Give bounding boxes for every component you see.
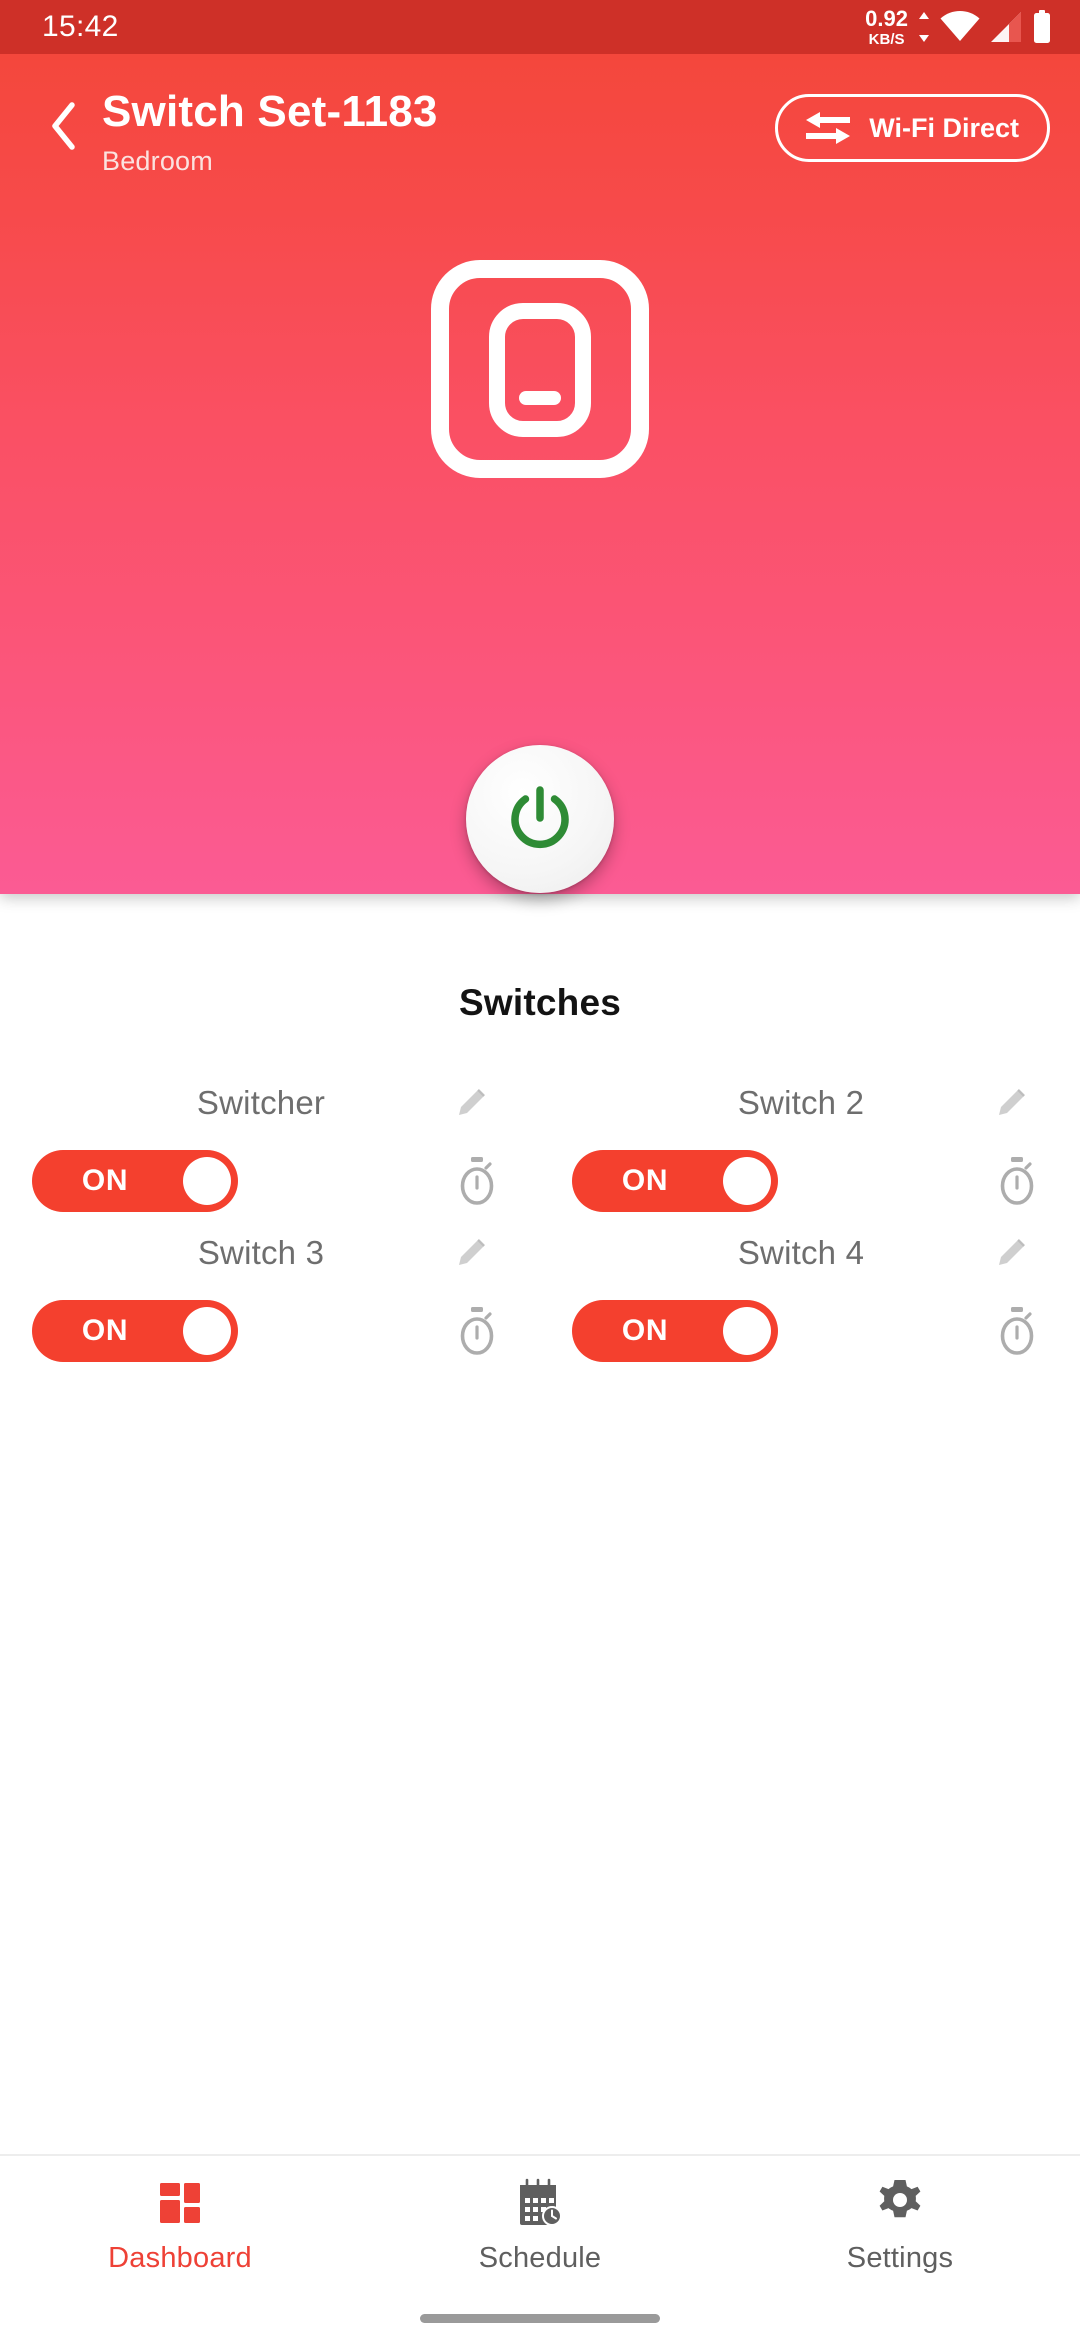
edit-switch-button[interactable] [446,1228,496,1278]
toggle-knob [183,1307,231,1355]
app-bar: Switch Set-1183 Bedroom Wi-Fi Direct [0,54,1080,204]
nav-label-settings: Settings [846,2242,954,2274]
nav-item-schedule[interactable]: Schedule [360,2177,720,2275]
switch-header: Switch 3 [16,1220,524,1286]
switch-grid: Switcher ON Switch 2 ON Switch 3 ON Swit… [0,1070,1080,1362]
app-root: 15:42 0.92 KB/S Switch Set-1183 Bedroom … [0,0,1080,2340]
calendar-clock-icon [520,2178,562,2226]
switch-state-label: ON [81,1164,129,1197]
cellular-signal-icon [991,12,1021,42]
nav-label-schedule: Schedule [478,2242,602,2274]
switch-header: Switch 4 [556,1220,1064,1286]
wifi-direct-arrows-icon [806,112,851,144]
page-title: Switch Set-1183 [102,87,438,136]
status-bar: 15:42 0.92 KB/S [0,0,1080,54]
switch-state-label: ON [621,1314,669,1347]
header-titles: Switch Set-1183 Bedroom [102,88,775,177]
edit-switch-button[interactable] [986,1228,1036,1278]
switch-cell: Switcher ON [0,1070,540,1212]
power-icon [511,786,569,849]
switch-toggle[interactable]: ON [32,1150,238,1212]
switch-timer-button[interactable] [452,1156,502,1206]
switch-controls: ON [556,1300,1064,1362]
switch-name: Switch 2 [737,1084,865,1121]
toggle-knob [183,1157,231,1205]
pencil-icon [999,1089,1025,1115]
stopwatch-icon [460,1307,494,1355]
nav-item-settings[interactable]: Settings [720,2177,1080,2275]
wifi-direct-label: Wi-Fi Direct [869,112,1019,143]
switch-state-label: ON [621,1164,669,1197]
stopwatch-icon [1000,1157,1034,1205]
switch-cell: Switch 3 ON [0,1220,540,1362]
nav-label-dashboard: Dashboard [108,2242,252,2274]
switch-header: Switcher [16,1070,524,1136]
switch-state-label: ON [81,1314,129,1347]
edit-switch-button[interactable] [446,1078,496,1128]
data-transfer-icon [919,12,929,42]
device-room-label: Bedroom [102,145,213,176]
switch-timer-button[interactable] [992,1156,1042,1206]
network-speed-indicator: 0.92 KB/S [865,5,908,48]
network-speed-unit: KB/S [868,30,905,48]
device-illustration [0,260,1080,478]
back-button[interactable] [34,94,94,158]
switch-name: Switch 4 [737,1234,865,1271]
section-title-switches: Switches [459,982,621,1023]
switch-controls: ON [16,1150,524,1212]
toggle-knob [723,1307,771,1355]
bottom-navigation: Dashboard Schedule Settings [0,2154,1080,2296]
nav-item-dashboard[interactable]: Dashboard [0,2177,360,2275]
gesture-navigation-bar [0,2296,1080,2340]
edit-switch-button[interactable] [986,1078,1036,1128]
switch-cell: Switch 4 ON [540,1220,1080,1362]
switch-controls: ON [16,1300,524,1362]
pencil-icon [459,1089,485,1115]
toggle-knob [723,1157,771,1205]
pencil-icon [999,1239,1025,1265]
battery-icon [1034,10,1050,43]
switch-cell: Switch 2 ON [540,1070,1080,1212]
wifi-icon [940,11,980,41]
status-icons: 0.92 KB/S [865,5,1052,48]
stopwatch-icon [1000,1307,1034,1355]
wall-switch-icon [431,260,649,478]
switch-name: Switcher [196,1084,326,1121]
status-clock: 15:42 [42,10,119,43]
network-speed-value: 0.92 [865,5,908,31]
wifi-direct-button[interactable]: Wi-Fi Direct [775,94,1050,162]
switches-content: Switches Switcher ON Switch 2 ON Switch … [0,894,1080,2340]
switch-timer-button[interactable] [452,1306,502,1356]
switch-header: Switch 2 [556,1070,1064,1136]
switch-name: Switch 3 [197,1234,325,1271]
stopwatch-icon [460,1157,494,1205]
switch-toggle[interactable]: ON [572,1150,778,1212]
gear-icon [879,2180,921,2218]
dashboard-grid-icon [160,2183,200,2223]
power-toggle-button[interactable] [466,745,614,893]
back-arrow-icon [52,102,75,150]
switch-toggle[interactable]: ON [572,1300,778,1362]
pencil-icon [459,1239,485,1265]
switch-timer-button[interactable] [992,1306,1042,1356]
switch-controls: ON [556,1150,1064,1212]
gesture-pill[interactable] [420,2313,660,2323]
switch-toggle[interactable]: ON [32,1300,238,1362]
